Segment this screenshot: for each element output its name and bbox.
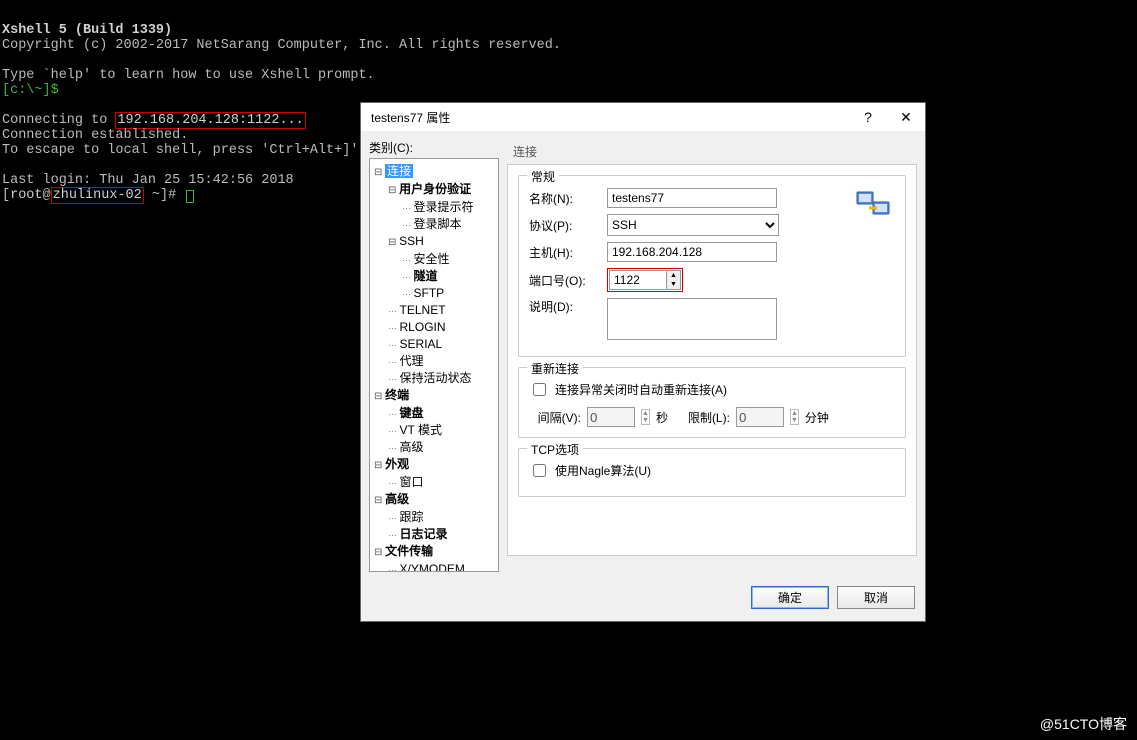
tree-rlogin[interactable]: RLOGIN xyxy=(388,319,496,336)
tree-login-prompt[interactable]: 登录提示符 xyxy=(402,199,496,216)
term-line-3: Type `help' to learn how to use Xshell p… xyxy=(2,68,375,83)
prompt-path: ~ xyxy=(152,188,160,203)
name-label: 名称(N): xyxy=(529,190,601,207)
category-tree[interactable]: 连接 用户身份验证 登录提示符 登录脚本 SSH 安全性 xyxy=(369,158,499,572)
tree-advanced[interactable]: 高级 跟踪 日志记录 xyxy=(374,491,496,543)
port-input[interactable] xyxy=(609,270,667,290)
term-last-login: Last login: Thu Jan 25 15:42:56 2018 xyxy=(2,173,294,188)
tree-appearance[interactable]: 外观 窗口 xyxy=(374,456,496,491)
term-local-prompt: [c:\~]$ xyxy=(2,83,59,98)
protocol-label: 协议(P): xyxy=(529,217,601,234)
help-button[interactable]: ? xyxy=(849,103,887,131)
tcp-group: TCP选项 使用Nagle算法(U) xyxy=(518,448,906,497)
interval-unit: 秒 xyxy=(656,409,668,426)
term-established: Connection established. xyxy=(2,128,188,143)
help-icon: ? xyxy=(864,109,872,125)
connection-icon xyxy=(855,188,895,222)
host-input[interactable] xyxy=(607,242,777,262)
nagle-checkbox[interactable] xyxy=(533,464,546,477)
dialog-titlebar[interactable]: testens77 属性 ? ✕ xyxy=(361,103,925,131)
spinner-down-icon[interactable]: ▼ xyxy=(667,280,680,289)
tree-xymodem[interactable]: X/YMODEM xyxy=(388,561,496,572)
general-group-title: 常规 xyxy=(527,168,559,185)
tree-telnet[interactable]: TELNET xyxy=(388,302,496,319)
pane-title: 连接 xyxy=(507,139,917,164)
tree-advanced-term[interactable]: 高级 xyxy=(388,439,496,456)
tree-connection[interactable]: 连接 用户身份验证 登录提示符 登录脚本 SSH 安全性 xyxy=(374,163,496,387)
tree-terminal[interactable]: 终端 键盘 VT 模式 高级 xyxy=(374,387,496,456)
tree-file-transfer[interactable]: 文件传输 X/YMODEM ZMODEM xyxy=(374,543,496,572)
interval-label: 间隔(V): xyxy=(529,409,581,426)
general-group: 常规 名称(N): 协议(P): SSH xyxy=(518,175,906,357)
dialog-title: testens77 属性 xyxy=(371,109,450,126)
reconnect-group: 重新连接 连接异常关闭时自动重新连接(A) 间隔(V): ▲▼ 秒 限制(L):… xyxy=(518,367,906,438)
description-label: 说明(D): xyxy=(529,298,601,315)
tree-keyboard[interactable]: 键盘 xyxy=(388,405,496,422)
cancel-button[interactable]: 取消 xyxy=(837,586,915,609)
interval-input[interactable] xyxy=(587,407,635,427)
prompt-suffix: ]# xyxy=(160,188,184,203)
tree-sftp[interactable]: SFTP xyxy=(402,285,496,302)
tcp-group-title: TCP选项 xyxy=(527,441,583,458)
tree-keepalive[interactable]: 保持活动状态 xyxy=(388,370,496,387)
close-button[interactable]: ✕ xyxy=(887,103,925,131)
auto-reconnect-checkbox[interactable] xyxy=(533,383,546,396)
tree-security[interactable]: 安全性 xyxy=(402,251,496,268)
watermark: @51CTO博客 xyxy=(1040,714,1127,734)
ok-button[interactable]: 确定 xyxy=(751,586,829,609)
protocol-select[interactable]: SSH xyxy=(607,214,779,236)
nagle-label: 使用Nagle算法(U) xyxy=(555,462,651,479)
limit-label: 限制(L): xyxy=(674,409,730,426)
session-properties-dialog: testens77 属性 ? ✕ 类别(C): 连接 用户身份验证 登录提示符 … xyxy=(360,102,926,622)
auto-reconnect-label: 连接异常关闭时自动重新连接(A) xyxy=(555,381,727,398)
term-connecting-target: 192.168.204.128:1122... xyxy=(115,112,305,129)
limit-unit: 分钟 xyxy=(805,409,829,426)
term-connecting-prefix: Connecting to xyxy=(2,113,115,128)
close-icon: ✕ xyxy=(900,109,912,126)
prompt-host: zhulinux-02 xyxy=(51,187,144,204)
prompt-user: root xyxy=(10,188,42,203)
description-textarea[interactable] xyxy=(607,298,777,340)
tree-tunnel[interactable]: 隧道 xyxy=(402,268,496,285)
limit-input[interactable] xyxy=(736,407,784,427)
term-escape: To escape to local shell, press 'Ctrl+Al… xyxy=(2,143,367,158)
tree-trace[interactable]: 跟踪 xyxy=(388,509,496,526)
port-label: 端口号(O): xyxy=(529,272,601,289)
port-field-highlight: ▲ ▼ xyxy=(607,268,683,292)
name-input[interactable] xyxy=(607,188,777,208)
term-line-1: Xshell 5 (Build 1339) xyxy=(2,23,172,38)
category-label: 类别(C): xyxy=(369,139,499,156)
tree-user-auth[interactable]: 用户身份验证 登录提示符 登录脚本 xyxy=(388,181,496,233)
tree-serial[interactable]: SERIAL xyxy=(388,336,496,353)
tree-proxy[interactable]: 代理 xyxy=(388,353,496,370)
port-spinner[interactable]: ▲ ▼ xyxy=(667,270,681,290)
terminal-cursor xyxy=(186,190,194,203)
tree-login-script[interactable]: 登录脚本 xyxy=(402,216,496,233)
reconnect-group-title: 重新连接 xyxy=(527,360,583,377)
tree-vtmode[interactable]: VT 模式 xyxy=(388,422,496,439)
connection-pane: 常规 名称(N): 协议(P): SSH xyxy=(507,164,917,556)
term-line-2: Copyright (c) 2002-2017 NetSarang Comput… xyxy=(2,38,561,53)
tree-logging[interactable]: 日志记录 xyxy=(388,526,496,543)
tree-window[interactable]: 窗口 xyxy=(388,474,496,491)
spinner-up-icon[interactable]: ▲ xyxy=(667,271,680,280)
tree-ssh[interactable]: SSH 安全性 隧道 SFTP xyxy=(388,233,496,302)
host-label: 主机(H): xyxy=(529,244,601,261)
